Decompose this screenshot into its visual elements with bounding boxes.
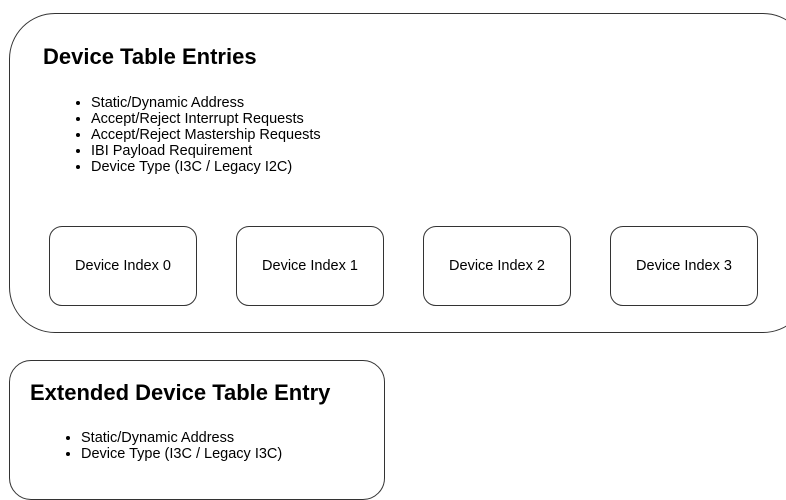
attribute-item: Static/Dynamic Address — [81, 430, 282, 446]
extended-table-attribute-list: Static/Dynamic Address Device Type (I3C … — [63, 430, 282, 462]
device-table-title: Device Table Entries — [43, 44, 257, 69]
extended-device-table-panel: Extended Device Table Entry Static/Dynam… — [9, 360, 385, 500]
device-index-3-box: Device Index 3 — [610, 226, 758, 306]
extended-table-title: Extended Device Table Entry — [30, 380, 331, 405]
device-index-label: Device Index 3 — [636, 258, 732, 274]
attribute-item: Device Type (I3C / Legacy I2C) — [91, 159, 321, 175]
attribute-item: Device Type (I3C / Legacy I3C) — [81, 446, 282, 462]
attribute-item: IBI Payload Requirement — [91, 143, 321, 159]
device-index-label: Device Index 0 — [75, 258, 171, 274]
device-index-1-box: Device Index 1 — [236, 226, 384, 306]
device-table-attribute-list: Static/Dynamic Address Accept/Reject Int… — [73, 95, 321, 175]
attribute-item: Static/Dynamic Address — [91, 95, 321, 111]
device-index-0-box: Device Index 0 — [49, 226, 197, 306]
device-index-label: Device Index 2 — [449, 258, 545, 274]
device-table-panel: Device Table Entries Static/Dynamic Addr… — [9, 13, 786, 333]
device-index-label: Device Index 1 — [262, 258, 358, 274]
attribute-item: Accept/Reject Mastership Requests — [91, 127, 321, 143]
attribute-item: Accept/Reject Interrupt Requests — [91, 111, 321, 127]
device-index-2-box: Device Index 2 — [423, 226, 571, 306]
